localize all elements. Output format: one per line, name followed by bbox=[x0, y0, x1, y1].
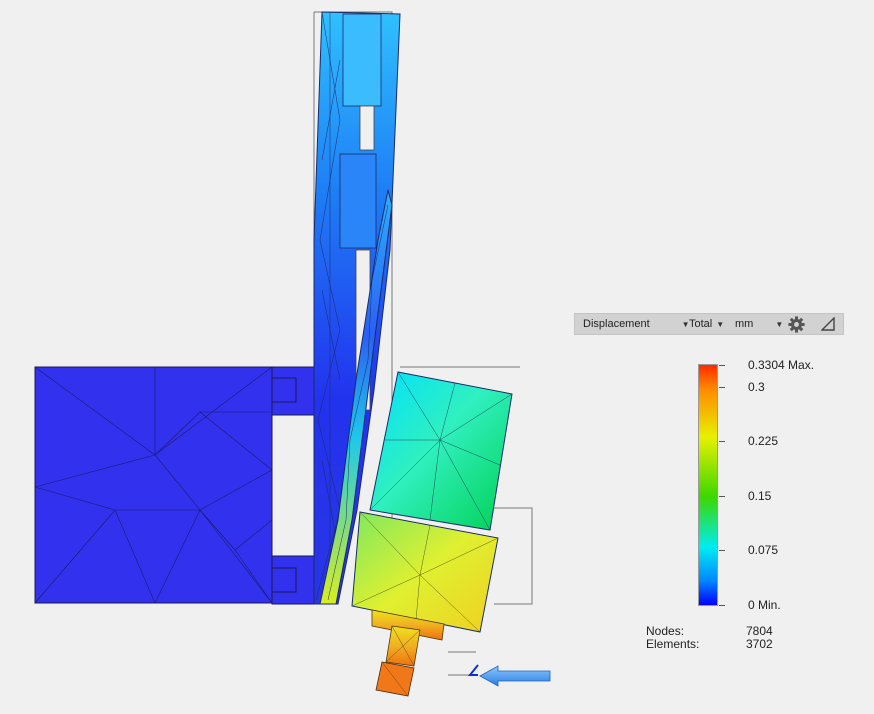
base-block[interactable] bbox=[34, 366, 273, 604]
triangle-icon bbox=[820, 316, 835, 331]
legend-tick-label: 0.15 bbox=[748, 489, 772, 503]
legend-min-label: 0 Min. bbox=[748, 598, 781, 612]
unit-label: mm bbox=[735, 318, 754, 330]
legend-options-button[interactable] bbox=[820, 316, 835, 335]
result-type-dropdown[interactable]: Displacement ▼ bbox=[583, 318, 690, 331]
chevron-down-icon: ▼ bbox=[716, 320, 725, 329]
legend-tick bbox=[719, 365, 725, 366]
legend-max-label: 0.3304 Max. bbox=[748, 358, 815, 372]
component-dropdown[interactable]: Total ▼ bbox=[689, 318, 724, 331]
result-type-label: Displacement bbox=[583, 318, 650, 330]
load-arrow-icon[interactable] bbox=[479, 665, 551, 687]
vertical-arm[interactable] bbox=[313, 11, 401, 605]
legend-tick-label: 0.3 bbox=[748, 380, 765, 394]
legend-tick bbox=[719, 605, 725, 606]
component-label: Total bbox=[689, 318, 713, 330]
results-toolbar: Displacement ▼ Total ▼ mm ▼ bbox=[574, 313, 844, 335]
model-viewport[interactable] bbox=[0, 0, 874, 714]
legend-tick bbox=[719, 550, 725, 551]
legend-tick-label: 0.225 bbox=[748, 434, 779, 448]
upper-block[interactable] bbox=[369, 371, 513, 531]
legend-tick bbox=[719, 441, 725, 442]
elements-value: 3702 bbox=[746, 637, 773, 651]
unit-dropdown[interactable]: mm ▼ bbox=[735, 318, 783, 331]
settings-button[interactable] bbox=[788, 316, 805, 337]
legend-tick bbox=[719, 496, 725, 497]
legend-tick bbox=[719, 387, 725, 388]
gear-icon bbox=[788, 316, 805, 333]
probe-stem[interactable] bbox=[371, 609, 445, 697]
color-legend-bar bbox=[698, 364, 718, 606]
connector-tabs[interactable] bbox=[271, 366, 315, 605]
elements-label: Elements: bbox=[646, 637, 700, 651]
legend-tick-label: 0.075 bbox=[748, 543, 779, 557]
constraint-hook-icon bbox=[467, 664, 479, 676]
chevron-down-icon: ▼ bbox=[775, 320, 784, 329]
